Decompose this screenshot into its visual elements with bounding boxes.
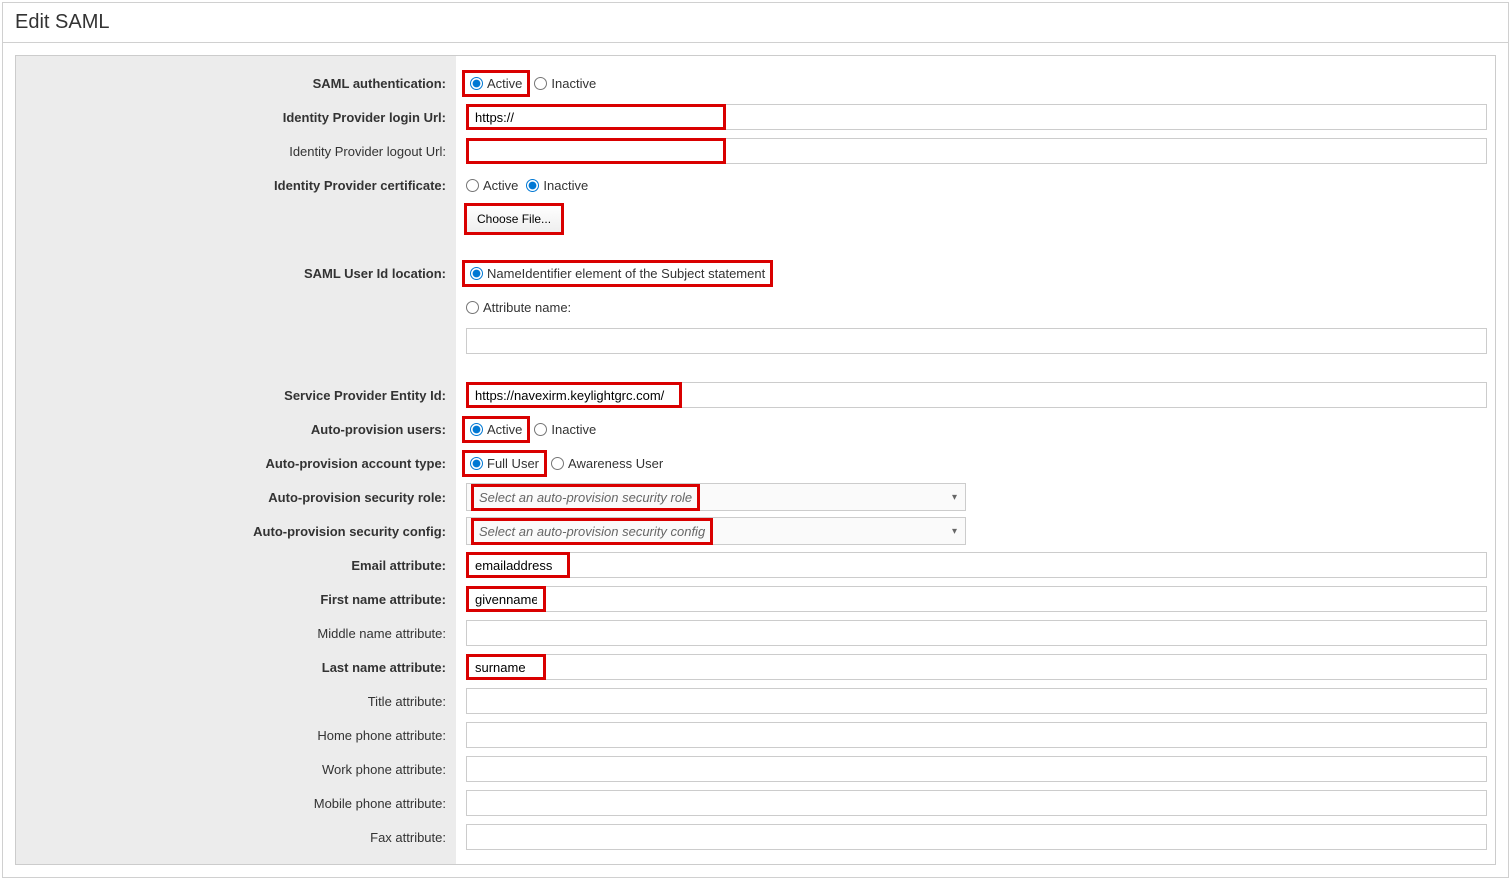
label-auto-prov-config: Auto-provision security config: xyxy=(253,524,446,539)
last-name-attr-input[interactable] xyxy=(466,654,546,680)
label-home-phone-attr: Home phone attribute: xyxy=(317,728,446,743)
saml-auth-active-group: Active xyxy=(466,74,526,93)
middle-name-attr-input[interactable] xyxy=(466,620,1487,646)
idp-logout-input[interactable] xyxy=(466,138,726,164)
attribute-name-input[interactable] xyxy=(466,328,1487,354)
security-config-value: Select an auto-provision security config xyxy=(475,522,709,541)
choose-file-button[interactable]: Choose File... xyxy=(466,205,562,233)
first-name-attr-input-ext[interactable] xyxy=(546,586,1487,612)
label-auto-prov-account: Auto-provision account type: xyxy=(265,456,446,471)
label-idp-login: Identity Provider login Url: xyxy=(283,110,446,125)
sp-entity-input-ext[interactable] xyxy=(682,382,1487,408)
idp-cert-inactive-radio[interactable] xyxy=(526,179,539,192)
saml-auth-inactive-label: Inactive xyxy=(551,76,596,91)
userid-attribute-label: Attribute name: xyxy=(483,300,571,315)
idp-login-input[interactable] xyxy=(466,104,726,130)
label-userid-loc: SAML User Id location: xyxy=(304,266,446,281)
label-first-name-attr: First name attribute: xyxy=(320,592,446,607)
security-role-select[interactable]: Select an auto-provision security role ▾ xyxy=(466,483,966,511)
chevron-down-icon: ▾ xyxy=(952,492,957,503)
page-title: Edit SAML xyxy=(3,3,1508,43)
form-content: SAML authentication: Identity Provider l… xyxy=(15,55,1496,865)
auto-prov-users-inactive-label: Inactive xyxy=(551,422,596,437)
auto-prov-account-fulluser-radio[interactable] xyxy=(470,457,483,470)
edit-saml-page: Edit SAML SAML authentication: Identity … xyxy=(2,2,1509,878)
idp-cert-active-radio[interactable] xyxy=(466,179,479,192)
label-mobile-phone-attr: Mobile phone attribute: xyxy=(314,796,446,811)
idp-logout-input-ext[interactable] xyxy=(726,138,1487,164)
userid-attribute-radio[interactable] xyxy=(466,301,479,314)
auto-prov-account-fulluser-group: Full User xyxy=(466,454,543,473)
label-idp-cert: Identity Provider certificate: xyxy=(274,178,446,193)
label-email-attr: Email attribute: xyxy=(351,558,446,573)
sp-entity-input[interactable] xyxy=(466,382,682,408)
idp-cert-active-label: Active xyxy=(483,178,518,193)
idp-login-input-ext[interactable] xyxy=(726,104,1487,130)
userid-nameidentifier-label: NameIdentifier element of the Subject st… xyxy=(487,266,765,281)
work-phone-attr-input[interactable] xyxy=(466,756,1487,782)
auto-prov-users-active-group: Active xyxy=(466,420,526,439)
auto-prov-users-active-label: Active xyxy=(487,422,522,437)
fax-attr-input[interactable] xyxy=(466,824,1487,850)
mobile-phone-attr-input[interactable] xyxy=(466,790,1487,816)
label-auto-prov-users: Auto-provision users: xyxy=(311,422,446,437)
chevron-down-icon: ▾ xyxy=(952,526,957,537)
auto-prov-account-awareness-label: Awareness User xyxy=(568,456,663,471)
label-column: SAML authentication: Identity Provider l… xyxy=(16,56,456,864)
label-auto-prov-role: Auto-provision security role: xyxy=(268,490,446,505)
auto-prov-account-fulluser-label: Full User xyxy=(487,456,539,471)
label-work-phone-attr: Work phone attribute: xyxy=(322,762,446,777)
label-last-name-attr: Last name attribute: xyxy=(322,660,446,675)
auto-prov-account-awareness-radio[interactable] xyxy=(551,457,564,470)
home-phone-attr-input[interactable] xyxy=(466,722,1487,748)
label-title-attr: Title attribute: xyxy=(368,694,446,709)
last-name-attr-input-ext[interactable] xyxy=(546,654,1487,680)
saml-auth-inactive-radio[interactable] xyxy=(534,77,547,90)
label-sp-entity: Service Provider Entity Id: xyxy=(284,388,446,403)
email-attr-input[interactable] xyxy=(466,552,570,578)
label-saml-auth: SAML authentication: xyxy=(313,76,446,91)
email-attr-input-ext[interactable] xyxy=(570,552,1487,578)
label-middle-name-attr: Middle name attribute: xyxy=(317,626,446,641)
userid-nameidentifier-radio[interactable] xyxy=(470,267,483,280)
label-idp-logout: Identity Provider logout Url: xyxy=(289,144,446,159)
security-config-select[interactable]: Select an auto-provision security config… xyxy=(466,517,966,545)
first-name-attr-input[interactable] xyxy=(466,586,546,612)
label-fax-attr: Fax attribute: xyxy=(370,830,446,845)
saml-auth-active-radio[interactable] xyxy=(470,77,483,90)
saml-auth-active-label: Active xyxy=(487,76,522,91)
userid-nameidentifier-group: NameIdentifier element of the Subject st… xyxy=(466,264,769,283)
title-attr-input[interactable] xyxy=(466,688,1487,714)
idp-cert-inactive-label: Inactive xyxy=(543,178,588,193)
field-column: Active Inactive Active Inactive Choose F… xyxy=(456,56,1495,864)
auto-prov-users-active-radio[interactable] xyxy=(470,423,483,436)
security-role-value: Select an auto-provision security role xyxy=(475,488,696,507)
auto-prov-users-inactive-radio[interactable] xyxy=(534,423,547,436)
